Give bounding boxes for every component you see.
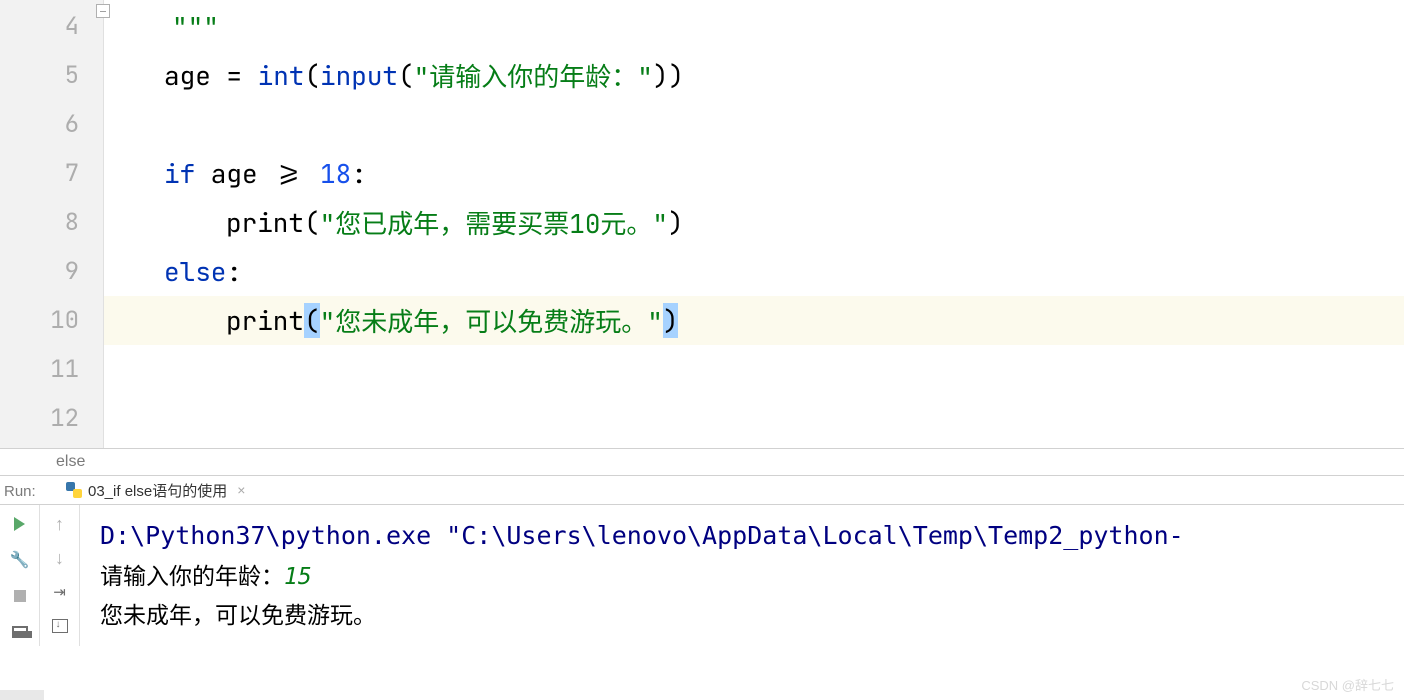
down-button[interactable]: ↓ xyxy=(49,547,71,569)
docstring-end: """ xyxy=(172,9,219,44)
code-builtin: print xyxy=(226,303,304,338)
bottom-strip xyxy=(0,690,44,700)
run-tab-label: 03_if else语句的使用 xyxy=(88,480,227,501)
line-number: 6 xyxy=(0,100,103,149)
code-paren: ) xyxy=(668,205,684,240)
line-number: 10 xyxy=(0,296,103,345)
stop-icon xyxy=(14,590,26,602)
code-line-current: print("您未成年，可以免费游玩。") xyxy=(104,296,1404,345)
code-colon: : xyxy=(226,254,242,289)
code-line: else: xyxy=(104,247,1404,296)
play-icon xyxy=(14,517,25,531)
code-keyword: if xyxy=(164,156,195,191)
code-paren-match: ( xyxy=(304,303,320,338)
console-command: D:\Python37\python.exe "C:\Users\lenovo\… xyxy=(100,515,1384,558)
code-line: if age >= 18: xyxy=(104,149,1404,198)
fold-icon[interactable]: — xyxy=(96,4,110,18)
layout-button[interactable] xyxy=(9,621,31,643)
run-button[interactable] xyxy=(9,513,31,535)
code-paren: ( xyxy=(398,58,414,93)
console-output[interactable]: D:\Python37\python.exe "C:\Users\lenovo\… xyxy=(80,505,1404,646)
code-editor[interactable]: — """ age = int(input("请输入你的年龄：")) if ag… xyxy=(104,0,1404,448)
code-paren: )) xyxy=(653,58,684,93)
code-line xyxy=(104,100,1404,149)
line-number: 9 xyxy=(0,247,103,296)
run-toolbar-left: 🔧 xyxy=(0,505,40,646)
code-line: age = int(input("请输入你的年龄：")) xyxy=(104,51,1404,100)
code-builtin: input xyxy=(320,58,398,93)
line-number: 8 xyxy=(0,198,103,247)
settings-button[interactable]: 🔧 xyxy=(9,549,31,571)
code-line xyxy=(104,394,1404,443)
up-button[interactable]: ↑ xyxy=(49,513,71,535)
code-string: "您已成年，需要买票10元。" xyxy=(320,204,668,241)
code-paren: ( xyxy=(304,58,320,93)
code-string: "请输入你的年龄：" xyxy=(414,57,653,94)
console-output-line: 您未成年，可以免费游玩。 xyxy=(100,597,1384,636)
watermark: CSDN @辞七七 xyxy=(1301,675,1394,694)
run-panel-body: 🔧 ↑ ↓ ⇥ D:\Python37\python.exe "C:\Users… xyxy=(0,505,1404,646)
wrench-icon: 🔧 xyxy=(10,550,30,570)
code-line xyxy=(104,345,1404,394)
arrow-down-icon: ↓ xyxy=(55,548,64,569)
line-gutter: 4 5 6 7 8 9 10 11 12 xyxy=(0,0,104,448)
console-user-input: 15 xyxy=(284,564,312,590)
code-string: "您未成年，可以免费游玩。" xyxy=(320,302,663,339)
python-icon xyxy=(66,482,82,498)
breadcrumb[interactable]: else xyxy=(0,449,1404,476)
code-paren-match: ) xyxy=(663,303,679,338)
arrow-up-icon: ↑ xyxy=(55,514,64,535)
line-number: 4 xyxy=(0,2,103,51)
code-expr: age >= xyxy=(195,156,320,191)
wrap-icon: ⇥ xyxy=(53,583,66,601)
layout-icon xyxy=(12,626,28,638)
scroll-button[interactable] xyxy=(49,615,71,637)
line-number: 7 xyxy=(0,149,103,198)
run-panel-label: Run: xyxy=(4,481,36,500)
close-icon[interactable]: × xyxy=(237,482,245,498)
code-builtin: print xyxy=(226,205,304,240)
code-colon: : xyxy=(351,156,367,191)
run-tab[interactable]: 03_if else语句的使用 × xyxy=(58,476,253,504)
code-number: 18 xyxy=(320,156,351,191)
stop-button[interactable] xyxy=(9,585,31,607)
console-line: 请输入你的年龄：15 xyxy=(100,558,1384,597)
run-toolbar-nav: ↑ ↓ ⇥ xyxy=(40,505,80,646)
code-line: print("您已成年，需要买票10元。") xyxy=(104,198,1404,247)
code-builtin: int xyxy=(258,58,305,93)
editor-area: 4 5 6 7 8 9 10 11 12 — """ age = int(inp… xyxy=(0,0,1404,449)
line-number: 5 xyxy=(0,51,103,100)
code-paren: ( xyxy=(304,205,320,240)
wrap-button[interactable]: ⇥ xyxy=(49,581,71,603)
scroll-to-end-icon xyxy=(52,619,68,633)
code-line: """ xyxy=(104,2,1404,51)
run-tabs-bar: Run: 03_if else语句的使用 × xyxy=(0,476,1404,505)
code-keyword: else xyxy=(164,254,226,289)
line-number: 11 xyxy=(0,345,103,394)
code-var: age = xyxy=(164,58,258,93)
line-number: 12 xyxy=(0,394,103,443)
console-prompt: 请输入你的年龄： xyxy=(100,564,284,590)
